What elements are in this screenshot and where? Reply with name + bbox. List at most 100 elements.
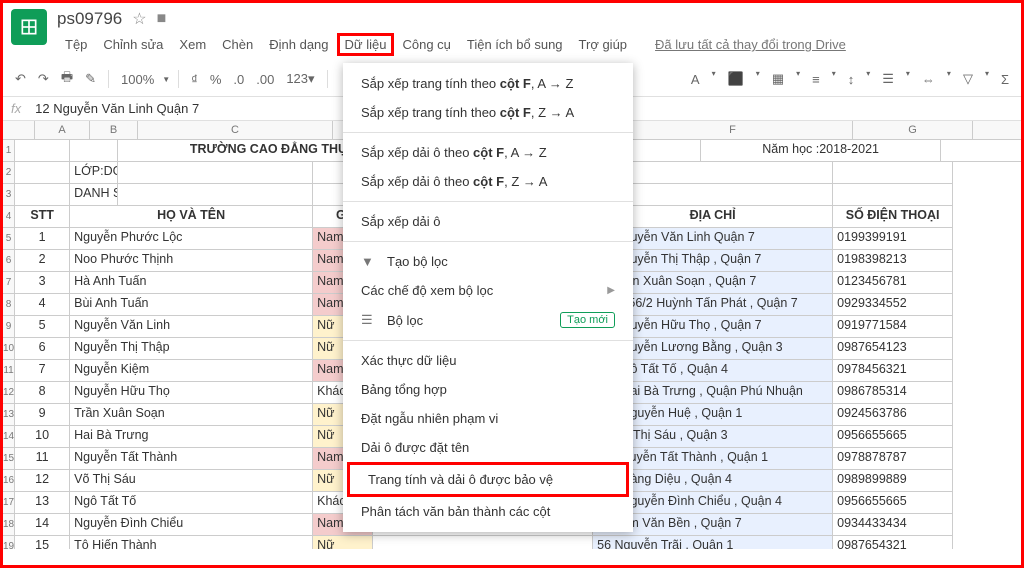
cell[interactable]: 2	[15, 250, 70, 272]
row-header[interactable]: 3	[3, 184, 14, 206]
cell[interactable]	[833, 162, 953, 184]
undo-button[interactable]: ↶	[11, 69, 30, 89]
cell[interactable]: 9	[15, 404, 70, 426]
cell[interactable]	[373, 536, 593, 549]
menu-chỉnh-sửa[interactable]: Chỉnh sửa	[95, 33, 171, 56]
col-header-A[interactable]: A	[35, 121, 90, 139]
toolbar-icon-4[interactable]: ↕	[844, 69, 859, 89]
row-header[interactable]: 14	[3, 426, 14, 448]
cell[interactable]: Nguyễn Đình Chiểu	[70, 514, 313, 536]
row-header[interactable]: 8	[3, 294, 14, 316]
cell[interactable]: STT	[15, 206, 70, 228]
menu-định-dạng[interactable]: Định dạng	[261, 33, 336, 56]
toolbar-icon-2[interactable]: ▦	[768, 69, 788, 89]
currency-button[interactable]: ₫	[187, 70, 202, 89]
menu-item[interactable]: Sắp xếp dải ô theo cột F, Z → A	[343, 167, 633, 196]
cell[interactable]: 13	[15, 492, 70, 514]
cell[interactable]: 4	[15, 294, 70, 316]
menu-tiện-ích-bổ-sung[interactable]: Tiện ích bổ sung	[459, 33, 571, 56]
cell[interactable]: 10	[15, 426, 70, 448]
cell[interactable]: SỐ ĐIỆN THOẠI	[833, 206, 953, 228]
cell[interactable]: Nữ	[313, 536, 373, 549]
cell[interactable]: 0924563786	[833, 404, 953, 426]
formula-input[interactable]: 12 Nguyễn Văn Linh Quận 7	[35, 101, 199, 116]
cell[interactable]: 0987654321	[833, 536, 953, 549]
cell[interactable]: 6	[15, 338, 70, 360]
toolbar-icon-7[interactable]: ▽	[959, 69, 977, 89]
menu-tệp[interactable]: Tệp	[57, 33, 95, 56]
cell[interactable]: Nguyễn Hữu Thọ	[70, 382, 313, 404]
print-button[interactable]: 🖶	[57, 66, 77, 92]
folder-icon[interactable]: ■	[157, 10, 167, 28]
sheets-logo[interactable]	[11, 9, 47, 45]
col-header-C[interactable]: C	[138, 121, 333, 139]
col-header-F[interactable]: F	[613, 121, 853, 139]
menu-item[interactable]: Các chế độ xem bộ lọc▶	[343, 276, 633, 305]
row-header[interactable]: 15	[3, 448, 14, 470]
menu-item[interactable]: Sắp xếp trang tính theo cột F, A → Z	[343, 69, 633, 98]
cell[interactable]	[15, 140, 70, 162]
menu-xem[interactable]: Xem	[171, 33, 214, 56]
cell[interactable]: 0989899889	[833, 470, 953, 492]
menu-item[interactable]: Sắp xếp dải ô	[343, 207, 633, 236]
cell[interactable]: 14	[15, 514, 70, 536]
menu-item[interactable]: Sắp xếp dải ô theo cột F, A → Z	[343, 138, 633, 167]
cell[interactable]: Năm học :2018-2021	[701, 140, 941, 162]
row-header[interactable]: 17	[3, 492, 14, 514]
menu-item[interactable]: ☰Bộ lọcTạo mới	[343, 305, 633, 335]
cell[interactable]: 12	[15, 470, 70, 492]
cell[interactable]: Hai Bà Trưng	[70, 426, 313, 448]
cell[interactable]	[15, 184, 70, 206]
percent-button[interactable]: %	[206, 70, 226, 89]
cell[interactable]: Bùi Anh Tuấn	[70, 294, 313, 316]
row-header[interactable]: 10	[3, 338, 14, 360]
menu-item[interactable]: Xác thực dữ liệu	[343, 346, 633, 375]
col-header-G[interactable]: G	[853, 121, 973, 139]
row-header[interactable]: 9	[3, 316, 14, 338]
toolbar-icon-6[interactable]: ⇔	[918, 69, 939, 89]
autosave-status[interactable]: Đã lưu tất cả thay đổi trong Drive	[647, 33, 854, 56]
cell[interactable]: Nguyễn Văn Linh	[70, 316, 313, 338]
menu-trợ-giúp[interactable]: Trợ giúp	[571, 33, 636, 56]
redo-button[interactable]: ↷	[34, 69, 53, 89]
cell[interactable]: Nguyễn Phước Lộc	[70, 228, 313, 250]
menu-item[interactable]: Phân tách văn bản thành các cột	[343, 497, 633, 526]
star-icon[interactable]: ☆	[132, 9, 146, 29]
cell[interactable]: DANH SÁCH SINH VIÊN	[70, 184, 118, 206]
menu-công-cụ[interactable]: Công cụ	[394, 33, 458, 56]
cell[interactable]: 0956655665	[833, 492, 953, 514]
cell[interactable]: Võ Thị Sáu	[70, 470, 313, 492]
cell[interactable]: 0934433434	[833, 514, 953, 536]
row-header[interactable]: 11	[3, 360, 14, 382]
cell[interactable]: 0929334552	[833, 294, 953, 316]
cell[interactable]: 56 Nguyễn Trãi , Quận 1	[593, 536, 833, 549]
toolbar-icon-0[interactable]: A	[687, 69, 704, 89]
cell[interactable]	[941, 140, 1021, 162]
row-header[interactable]: 6	[3, 250, 14, 272]
decimal-inc-button[interactable]: .00	[252, 70, 278, 89]
row-header[interactable]: 4	[3, 206, 14, 228]
cell[interactable]: Noo Phước Thịnh	[70, 250, 313, 272]
cell[interactable]: 8	[15, 382, 70, 404]
row-header[interactable]: 7	[3, 272, 14, 294]
cell[interactable]: Nguyễn Thị Thập	[70, 338, 313, 360]
decimal-dec-button[interactable]: .0	[229, 70, 248, 89]
cell[interactable]: 5	[15, 316, 70, 338]
cell[interactable]: Nguyễn Kiệm	[70, 360, 313, 382]
doc-title[interactable]: ps09796	[57, 9, 122, 29]
row-header[interactable]: 2	[3, 162, 14, 184]
menu-chèn[interactable]: Chèn	[214, 33, 261, 56]
toolbar-icon-3[interactable]: ≡	[808, 69, 824, 89]
row-header[interactable]: 13	[3, 404, 14, 426]
cell[interactable]	[70, 140, 118, 162]
cell[interactable]: LỚP:DG14303	[70, 162, 118, 184]
menu-item[interactable]: ▼Tạo bộ lọc	[343, 247, 633, 276]
cell[interactable]: 0978878787	[833, 448, 953, 470]
cell[interactable]: 3	[15, 272, 70, 294]
cell[interactable]: Trần Xuân Soạn	[70, 404, 313, 426]
col-header-B[interactable]: B	[90, 121, 138, 139]
cell[interactable]	[15, 162, 70, 184]
cell[interactable]: Nguyễn Tất Thành	[70, 448, 313, 470]
menu-item[interactable]: Dải ô được đặt tên	[343, 433, 633, 462]
cell[interactable]: HỌ VÀ TÊN	[70, 206, 313, 228]
